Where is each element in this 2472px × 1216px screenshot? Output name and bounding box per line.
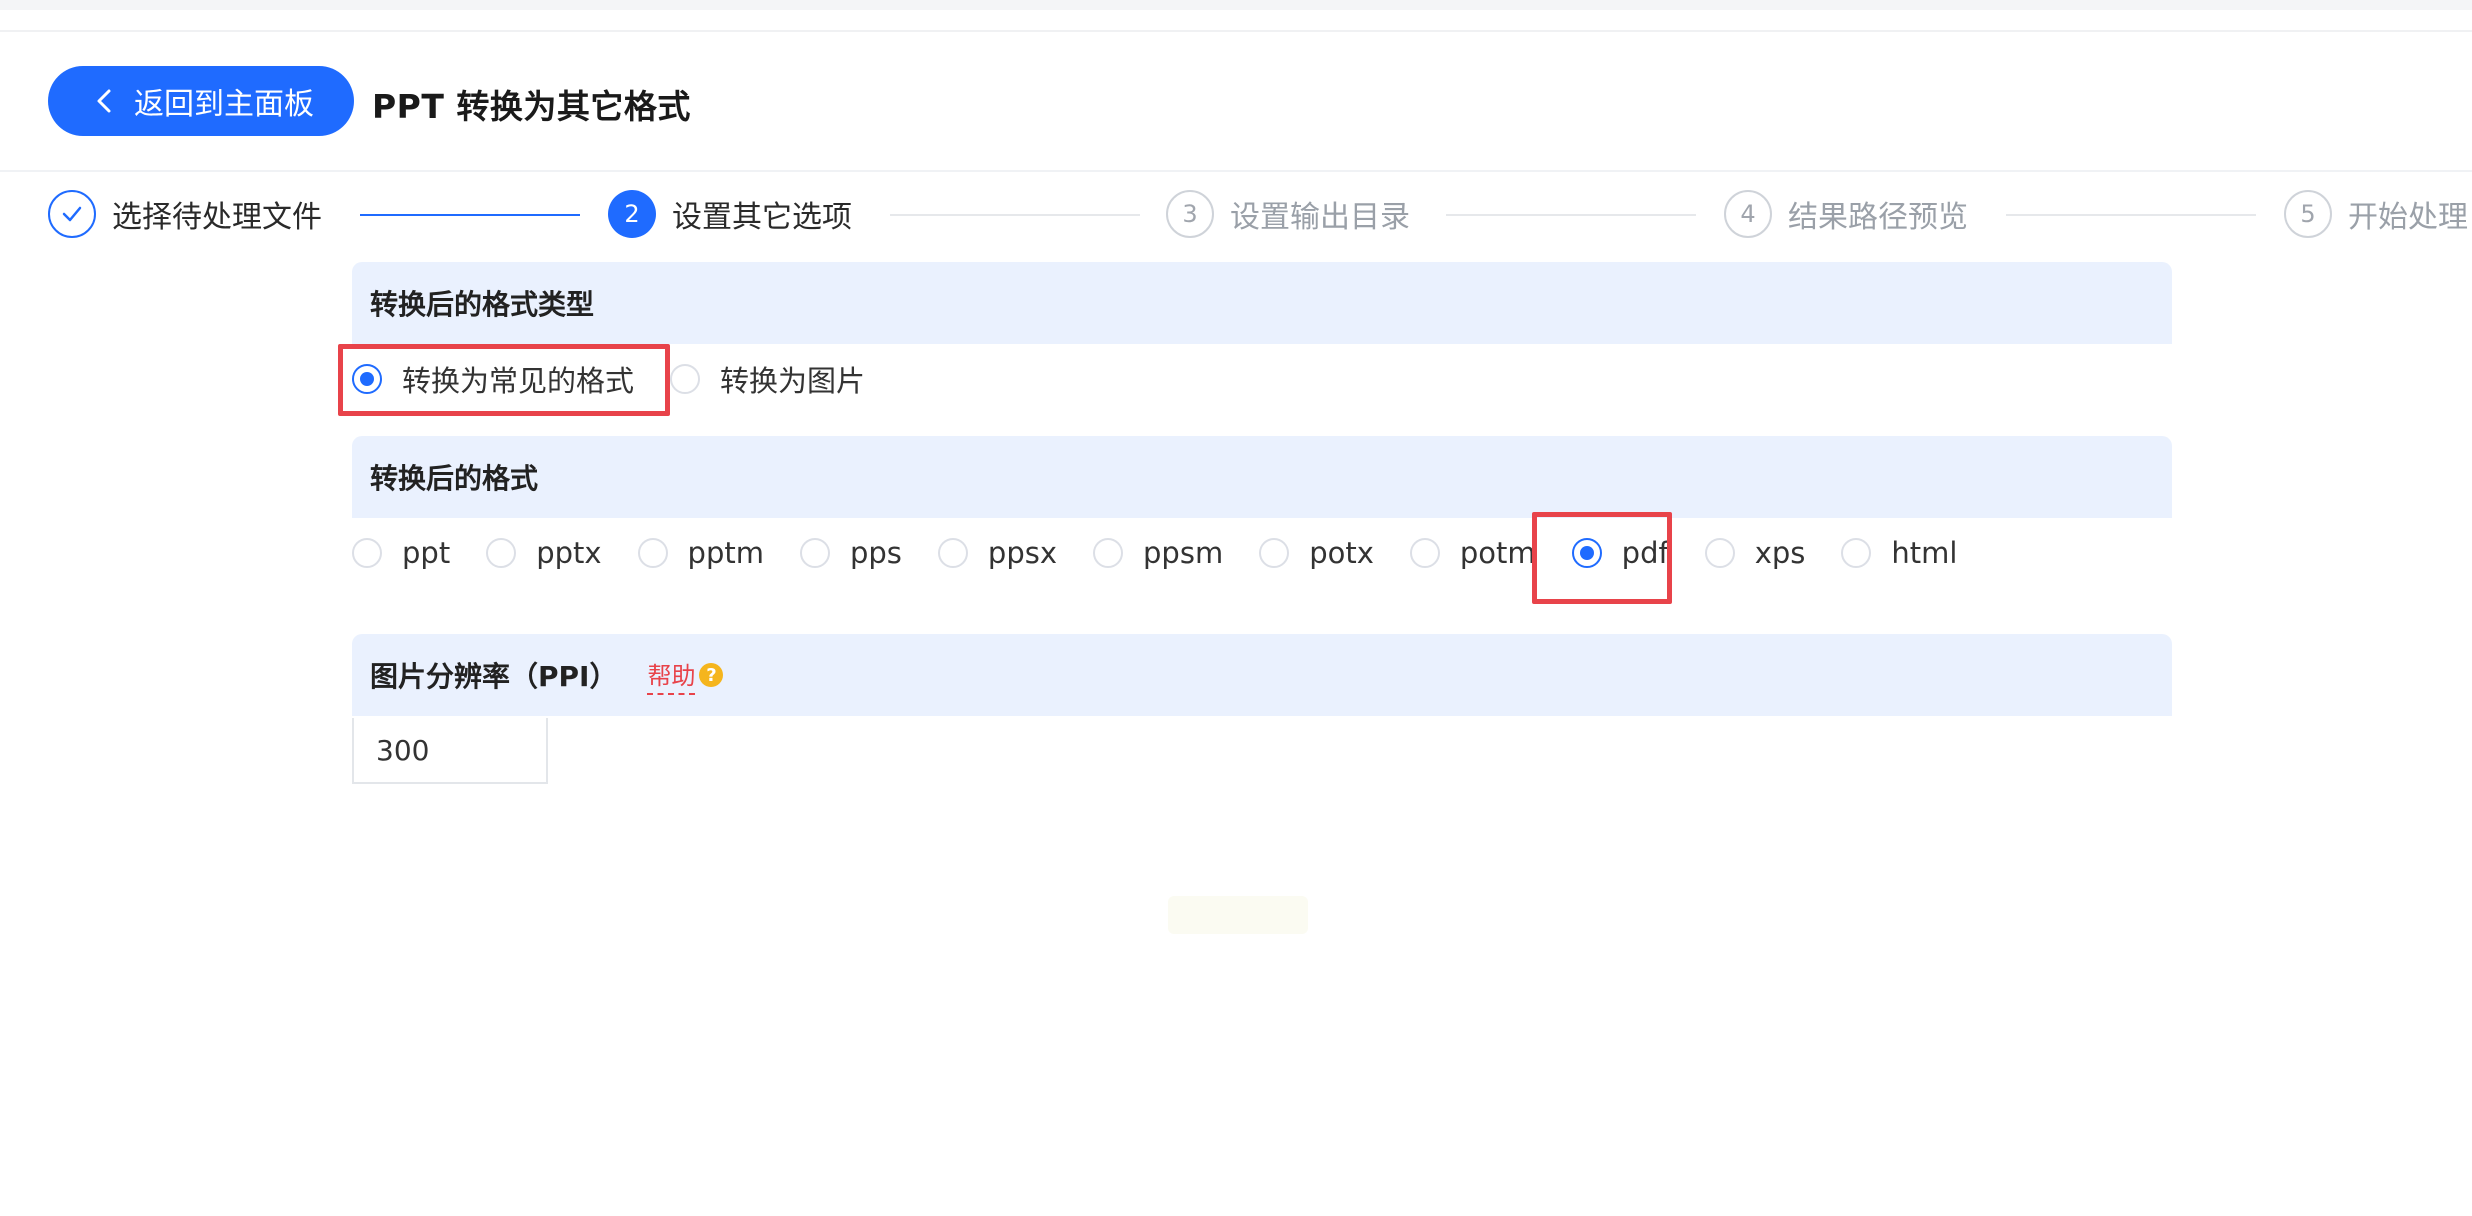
step-2: 2 设置其它选项 bbox=[608, 190, 852, 238]
resolution-title: 图片分辨率（PPI） bbox=[370, 660, 618, 693]
step-label: 选择待处理文件 bbox=[112, 200, 322, 235]
format-type-heading: 转换后的格式类型 bbox=[352, 262, 2172, 344]
radio-dot[interactable] bbox=[637, 538, 668, 568]
radio-xps[interactable]: xps bbox=[1704, 536, 1806, 570]
page-title: PPT 转换为其它格式 bbox=[372, 87, 691, 126]
radio-label: html bbox=[1891, 536, 1958, 570]
step-label: 设置输出目录 bbox=[1230, 200, 1410, 235]
radio-ppt[interactable]: ppt bbox=[352, 536, 450, 570]
radio-dot[interactable] bbox=[1704, 538, 1735, 568]
radio-html[interactable]: html bbox=[1841, 536, 1957, 570]
radio-pptm[interactable]: pptm bbox=[637, 536, 764, 570]
radio-dot[interactable] bbox=[670, 364, 701, 394]
step-number: 5 bbox=[2284, 190, 2332, 238]
radio-ppsx[interactable]: ppsx bbox=[937, 536, 1058, 570]
radio-dot[interactable] bbox=[486, 538, 517, 568]
step-number: 2 bbox=[608, 190, 656, 238]
radio-dot[interactable] bbox=[352, 538, 382, 568]
radio-potm[interactable]: potm bbox=[1409, 536, 1536, 570]
radio-dot[interactable] bbox=[1409, 538, 1440, 568]
step-4: 4 结果路径预览 bbox=[1724, 190, 1968, 238]
page-header: 返回到主面板 PPT 转换为其它格式 bbox=[0, 30, 2472, 172]
back-button-label: 返回到主面板 bbox=[134, 87, 314, 122]
resolution-heading: 图片分辨率（PPI） 帮助 ? bbox=[352, 634, 2172, 716]
radio-label: ppsm bbox=[1143, 536, 1224, 570]
radio-pptx[interactable]: pptx bbox=[486, 536, 602, 570]
back-to-dashboard-button[interactable]: 返回到主面板 bbox=[48, 66, 354, 136]
step-3: 3 设置输出目录 bbox=[1166, 190, 1410, 238]
step-label: 设置其它选项 bbox=[672, 200, 852, 235]
question-icon[interactable]: ? bbox=[699, 663, 724, 687]
radio-label: potm bbox=[1459, 536, 1536, 570]
radio-label: pps bbox=[849, 536, 902, 570]
faint-next-button[interactable] bbox=[1168, 896, 1308, 934]
radio-label: 转换为图片 bbox=[720, 364, 866, 398]
radio-label: ppsx bbox=[987, 536, 1058, 570]
check-icon bbox=[48, 190, 96, 238]
step-1: 选择待处理文件 bbox=[48, 190, 322, 238]
step-label: 结果路径预览 bbox=[1788, 200, 1968, 235]
radio-ppsm[interactable]: ppsm bbox=[1093, 536, 1223, 570]
format-options: ppt pptx pptm pps ppsx ppsm potx potm pd… bbox=[352, 536, 1957, 570]
radio-dot[interactable] bbox=[1841, 538, 1872, 568]
step-number: 3 bbox=[1166, 190, 1214, 238]
window-top-strip bbox=[0, 0, 2472, 10]
radio-dot[interactable] bbox=[937, 538, 968, 568]
ppi-input[interactable] bbox=[352, 718, 548, 784]
highlight-box bbox=[1532, 512, 1672, 604]
radio-label: pptx bbox=[536, 536, 602, 570]
radio-dot[interactable] bbox=[1259, 538, 1290, 568]
step-connector bbox=[1446, 214, 1696, 216]
format-heading: 转换后的格式 bbox=[352, 436, 2172, 518]
step-label: 开始处理 bbox=[2348, 200, 2468, 235]
radio-label: xps bbox=[1754, 536, 1806, 570]
step-5: 5 开始处理 bbox=[2284, 190, 2468, 238]
radio-pps[interactable]: pps bbox=[799, 536, 902, 570]
radio-dot[interactable] bbox=[799, 538, 830, 568]
step-connector bbox=[2006, 214, 2256, 216]
radio-label: pptm bbox=[687, 536, 764, 570]
radio-dot[interactable] bbox=[1093, 538, 1124, 568]
stepper: 选择待处理文件 2 设置其它选项 3 设置输出目录 4 结果路径预览 5 开始处… bbox=[0, 180, 2472, 260]
radio-image[interactable]: 转换为图片 bbox=[670, 358, 865, 400]
help-link[interactable]: 帮助 bbox=[647, 656, 696, 695]
chevron-left-icon bbox=[97, 89, 111, 113]
step-connector bbox=[890, 214, 1140, 216]
step-number: 4 bbox=[1724, 190, 1772, 238]
highlight-box bbox=[338, 344, 670, 416]
radio-label: potx bbox=[1309, 536, 1374, 570]
step-connector bbox=[360, 214, 580, 216]
radio-label: ppt bbox=[402, 536, 451, 570]
radio-potx[interactable]: potx bbox=[1259, 536, 1374, 570]
